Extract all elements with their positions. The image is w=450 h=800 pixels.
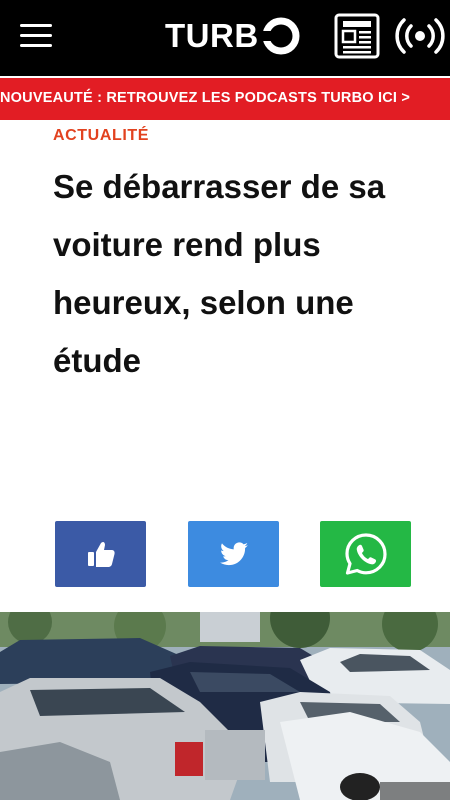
logo-circle-icon [260,17,300,55]
article-title: Se débarrasser de sa voiture rend plus h… [53,168,386,379]
twitter-bird-icon [219,542,248,566]
article-category[interactable]: ACTUALITÉ [53,127,149,145]
logo-text: TURB [165,17,259,54]
article-photo-parked-cars [0,612,450,800]
twitter-share-button[interactable] [188,521,279,587]
hamburger-menu-icon[interactable] [20,22,54,50]
whatsapp-share-button[interactable] [320,521,411,587]
thumbs-up-icon [87,541,115,567]
ticker-text: NOUVEAUTÉ : RETROUVEZ LES PODCASTS TURBO… [0,90,410,106]
broadcast-icon[interactable] [394,14,446,58]
facebook-like-button[interactable] [55,521,146,587]
top-bar: TURB [0,0,450,76]
podcast-ticker-banner[interactable]: NOUVEAUTÉ : RETROUVEZ LES PODCASTS TURBO… [0,78,450,120]
whatsapp-icon [344,533,387,575]
newspaper-icon[interactable] [333,12,381,60]
turbo-logo[interactable]: TURB [165,14,301,58]
